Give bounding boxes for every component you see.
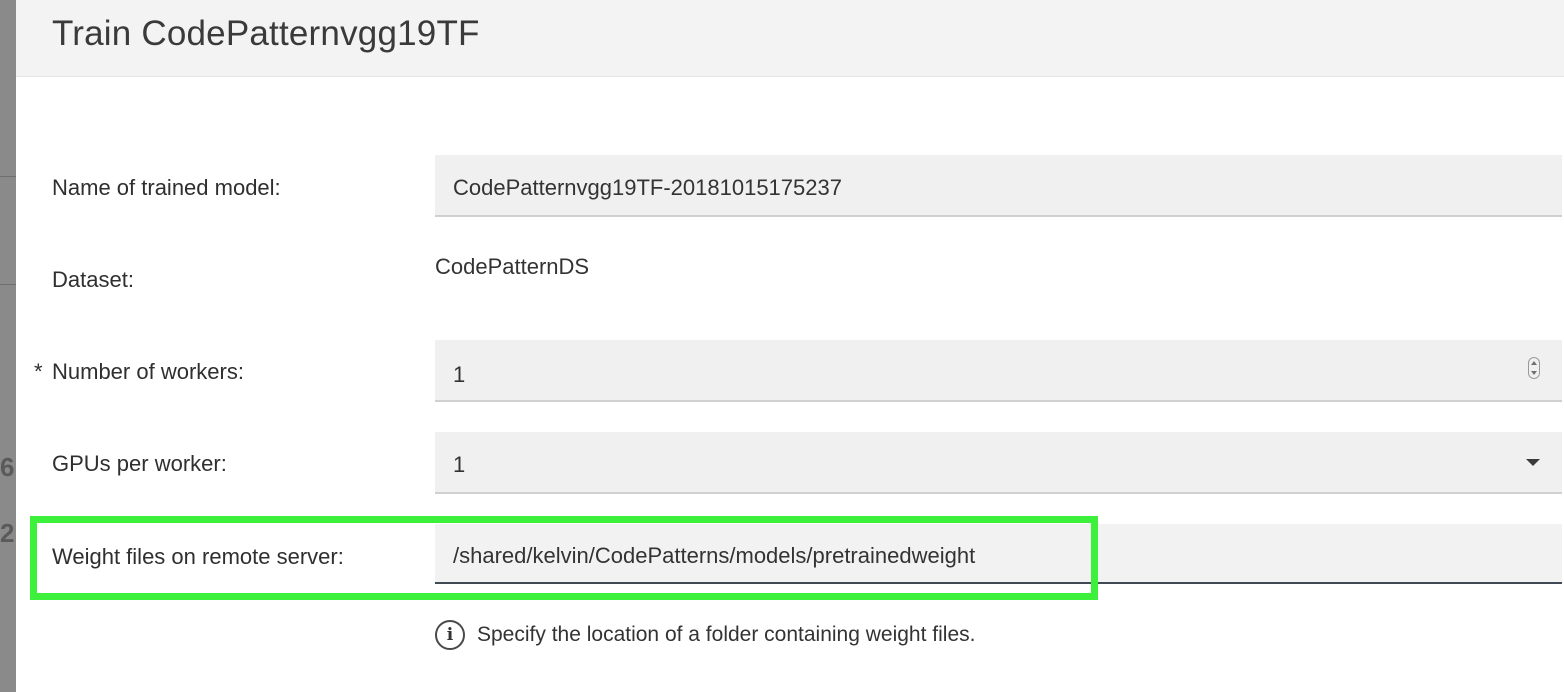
model-name-label: Name of trained model:	[52, 175, 281, 200]
help-text: Specify the location of a folder contain…	[477, 623, 976, 646]
model-name-input[interactable]: CodePatternvgg19TF-20181015175237	[435, 155, 1562, 217]
info-icon: i	[435, 620, 465, 650]
chevron-down-icon[interactable]	[1526, 459, 1540, 466]
background-partial-glyph: 2	[0, 518, 15, 548]
model-name-value: CodePatternvgg19TF-20181015175237	[453, 175, 842, 200]
dataset-value: CodePatternDS	[435, 254, 590, 279]
dataset-label: Dataset:	[52, 267, 134, 292]
dialog-title: Train CodePatternvgg19TF	[52, 14, 480, 53]
spinner-updown-icon[interactable]	[1528, 357, 1540, 379]
background-page-edge: 6 2	[0, 0, 16, 692]
workers-value: 1	[453, 362, 466, 387]
dialog-header: Train CodePatternvgg19TF	[16, 0, 1564, 77]
gpus-select[interactable]: 1	[435, 432, 1562, 494]
train-model-dialog: Train CodePatternvgg19TF Name of trained…	[16, 0, 1564, 692]
background-divider	[0, 284, 16, 285]
highlight-annotation-box	[30, 516, 1098, 600]
workers-label: Number of workers:	[52, 359, 244, 384]
background-partial-glyph: 6	[0, 452, 15, 482]
gpus-value: 1	[453, 452, 466, 477]
required-marker: *	[34, 359, 43, 384]
workers-number-input[interactable]: 1	[435, 340, 1562, 402]
gpus-label: GPUs per worker:	[52, 451, 227, 476]
weight-files-help: i Specify the location of a folder conta…	[435, 620, 975, 650]
background-divider	[0, 176, 16, 177]
